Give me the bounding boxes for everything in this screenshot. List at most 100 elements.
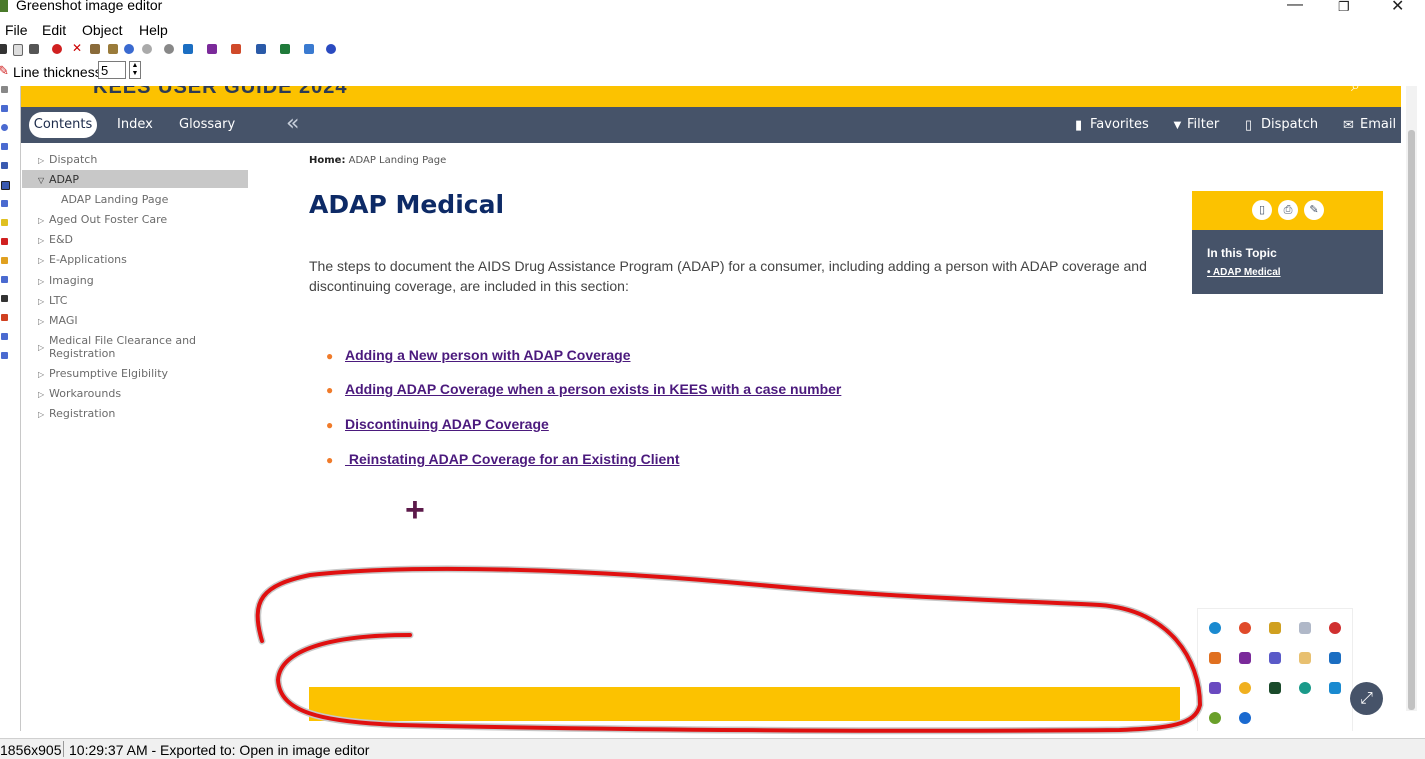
- clipboard-icon[interactable]: [13, 44, 23, 56]
- obfuscate-tool-icon[interactable]: [1, 276, 8, 283]
- pen-icon[interactable]: ✎: [1304, 200, 1324, 220]
- outlook-icon[interactable]: [1329, 652, 1341, 664]
- pointer-tool-icon[interactable]: [1, 86, 8, 93]
- toc-expand-arrow[interactable]: ▷: [38, 410, 44, 419]
- favorites-button[interactable]: Favorites: [1090, 117, 1149, 132]
- toc-expand-arrow[interactable]: ▷: [38, 297, 44, 306]
- onenote-icon[interactable]: [207, 44, 217, 54]
- crop-tool-icon[interactable]: [1, 295, 8, 302]
- rectangle-tool-icon[interactable]: [1, 105, 8, 112]
- collapse-sidebar-icon[interactable]: «: [286, 111, 299, 136]
- word-icon[interactable]: [256, 44, 266, 54]
- link-discontinuing-coverage[interactable]: Discontinuing ADAP Coverage: [345, 416, 549, 432]
- toc-collapse-arrow[interactable]: ▽: [38, 176, 44, 185]
- rotate-tool-icon[interactable]: [1, 352, 8, 359]
- stop-icon[interactable]: [52, 44, 62, 54]
- scrollbar-thumb[interactable]: [1408, 130, 1415, 710]
- link-adding-coverage-existing[interactable]: Adding ADAP Coverage when a person exist…: [345, 381, 841, 397]
- bluetooth-icon[interactable]: [1239, 712, 1251, 724]
- bookmark-icon[interactable]: ▯: [1252, 200, 1272, 220]
- tab-contents[interactable]: Contents: [29, 112, 97, 138]
- mail-icon[interactable]: [1299, 652, 1311, 664]
- toc-item-e-and-d[interactable]: E&D: [49, 233, 73, 246]
- print-icon[interactable]: [29, 44, 39, 54]
- save-icon[interactable]: [0, 44, 7, 54]
- shield-icon[interactable]: [1269, 622, 1281, 634]
- resize-tool-icon[interactable]: [1, 333, 8, 340]
- cut-icon[interactable]: ✕: [72, 41, 82, 55]
- toc-item-registration[interactable]: Registration: [49, 407, 115, 420]
- powerpoint-icon[interactable]: [231, 44, 241, 54]
- toc-item-adap-landing-page[interactable]: ADAP Landing Page: [61, 193, 168, 206]
- line-thickness-input[interactable]: [98, 61, 126, 79]
- nvidia-icon[interactable]: [1269, 682, 1281, 694]
- minimize-button[interactable]: —: [1287, 0, 1303, 14]
- toc-item-presumptive[interactable]: Presumptive Elgibility: [49, 367, 168, 380]
- text-tool-icon[interactable]: [1, 200, 8, 207]
- effects-tool-icon[interactable]: [1, 314, 8, 321]
- redo-icon[interactable]: [142, 44, 152, 54]
- expand-icon[interactable]: ⤢: [1350, 682, 1383, 715]
- app-icon[interactable]: [1329, 622, 1341, 634]
- menu-object[interactable]: Object: [82, 22, 122, 38]
- toc-item-medical-file-clearance[interactable]: Medical File Clearance and: [49, 334, 196, 347]
- teams-icon[interactable]: [1269, 652, 1281, 664]
- link-adding-new-person[interactable]: Adding a New person with ADAP Coverage: [345, 347, 631, 363]
- close-button[interactable]: ✕: [1391, 0, 1404, 16]
- toc-expand-arrow[interactable]: ▷: [38, 216, 44, 225]
- toc-expand-arrow[interactable]: ▷: [38, 390, 44, 399]
- toc-expand-arrow[interactable]: ▷: [38, 256, 44, 265]
- toc-expand-arrow[interactable]: ▷: [38, 370, 44, 379]
- arrow-tool-icon[interactable]: [1, 162, 8, 169]
- paste-icon[interactable]: [108, 44, 118, 54]
- line-tool-icon[interactable]: [1, 143, 8, 150]
- toc-item-medical-file-clearance-line2[interactable]: Registration: [49, 347, 115, 360]
- topic-link-text[interactable]: ADAP Medical: [1213, 267, 1281, 278]
- highlight-tool-icon[interactable]: [1, 257, 8, 264]
- counter-tool-icon[interactable]: [1, 238, 8, 245]
- defender-icon[interactable]: [1299, 682, 1311, 694]
- filter-button[interactable]: Filter: [1187, 117, 1219, 132]
- toc-expand-arrow[interactable]: ▷: [38, 156, 44, 165]
- display-icon[interactable]: [1329, 682, 1341, 694]
- toc-item-dispatch[interactable]: Dispatch: [49, 153, 97, 166]
- toc-expand-arrow[interactable]: ▷: [38, 236, 44, 245]
- help-icon[interactable]: [326, 44, 336, 54]
- image-canvas[interactable]: KEES USER GUIDE 2024 ⌕ Contents Index Gl…: [20, 86, 1401, 731]
- toc-expand-arrow[interactable]: ▷: [38, 317, 44, 326]
- search-icon[interactable]: ⌕: [1351, 86, 1360, 96]
- undo-icon[interactable]: [124, 44, 134, 54]
- chrome-icon[interactable]: [1239, 622, 1251, 634]
- network-icon[interactable]: [1299, 622, 1311, 634]
- toc-item-adap[interactable]: ADAP: [49, 173, 79, 186]
- print-icon[interactable]: ⎙: [1278, 200, 1298, 220]
- status-icon[interactable]: [1239, 682, 1251, 694]
- speechbubble-tool-icon[interactable]: [1, 219, 8, 226]
- export-icon[interactable]: [304, 44, 314, 54]
- email-button[interactable]: Email: [1360, 117, 1396, 132]
- ellipse-tool-icon[interactable]: [1, 124, 8, 131]
- toc-item-ltc[interactable]: LTC: [49, 294, 67, 307]
- toc-item-e-applications[interactable]: E-Applications: [49, 253, 127, 266]
- menu-help[interactable]: Help: [139, 22, 168, 38]
- link-reinstating-coverage[interactable]: Reinstating ADAP Coverage for an Existin…: [345, 451, 680, 467]
- excel-icon[interactable]: [280, 44, 290, 54]
- toc-item-workarounds[interactable]: Workarounds: [49, 387, 121, 400]
- edge-icon[interactable]: [1209, 622, 1221, 634]
- toc-item-aged-out[interactable]: Aged Out Foster Care: [49, 213, 167, 226]
- menu-edit[interactable]: Edit: [42, 22, 66, 38]
- copy-icon[interactable]: [90, 44, 100, 54]
- vertical-scrollbar[interactable]: [1406, 86, 1417, 711]
- toc-item-magi[interactable]: MAGI: [49, 314, 78, 327]
- outlook-icon[interactable]: [183, 44, 193, 54]
- breadcrumb-home[interactable]: Home:: [309, 155, 345, 166]
- settings-icon[interactable]: [164, 44, 174, 54]
- menu-file[interactable]: File: [5, 22, 28, 38]
- dispatch-button[interactable]: Dispatch: [1261, 117, 1318, 132]
- toc-item-imaging[interactable]: Imaging: [49, 274, 94, 287]
- maximize-button[interactable]: ❐: [1338, 0, 1350, 15]
- onenote-icon[interactable]: [1239, 652, 1251, 664]
- topic-link[interactable]: • ADAP Medical: [1207, 267, 1281, 278]
- toc-expand-arrow[interactable]: ▷: [38, 277, 44, 286]
- tab-glossary[interactable]: Glossary: [179, 117, 235, 132]
